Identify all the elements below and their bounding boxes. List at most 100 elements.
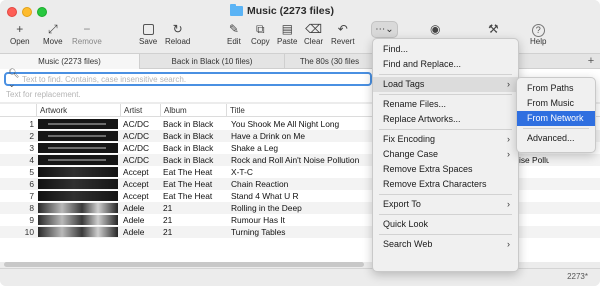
clear-button[interactable]: ⌫ Clear	[304, 22, 323, 50]
menu-item-label: Export To	[383, 199, 421, 209]
artist-cell: AC/DC	[123, 143, 150, 153]
menu-item-from-music[interactable]: From Music	[517, 96, 595, 111]
menu-item-rename-files[interactable]: Rename Files...	[373, 97, 518, 112]
menu-item-export-to[interactable]: Export To ›	[373, 197, 518, 212]
copy-icon: ⧉	[256, 22, 265, 36]
menu-item-replace-artworks[interactable]: Replace Artworks...	[373, 112, 518, 127]
row-number: 1	[29, 119, 34, 129]
menu-item-label: Find...	[383, 44, 409, 54]
remove-button[interactable]: − Remove	[72, 22, 102, 50]
save-button[interactable]: Save	[139, 22, 157, 50]
column-header-artist[interactable]: Artist	[120, 104, 160, 117]
menu-item-label: Remove Extra Spaces	[383, 164, 473, 174]
search-icon: 🔍︎⌄	[8, 68, 20, 89]
load-tags-submenu: From Paths From Music From Network Advanced…	[516, 77, 596, 153]
tab-music[interactable]: Music (2273 files)	[0, 54, 140, 69]
eye-icon: ◉	[430, 22, 441, 36]
replace-input[interactable]	[6, 89, 346, 99]
eraser-icon: ⌫	[305, 22, 323, 36]
title-cell: Chain Reaction	[231, 179, 289, 189]
album-cell: Back in Black	[163, 155, 214, 165]
tab-the-80s[interactable]: The 80s (30 files	[285, 54, 375, 69]
column-header-title[interactable]: Title	[226, 104, 376, 117]
help-button[interactable]: ? Help	[530, 22, 546, 50]
close-window-button[interactable]	[7, 7, 17, 17]
artist-cell: AC/DC	[123, 119, 150, 129]
title-cell: Stand 4 What U R	[231, 191, 299, 201]
menu-item-label: From Network	[527, 113, 584, 123]
find-input[interactable]	[22, 74, 362, 84]
artwork-thumbnail	[38, 203, 118, 213]
more-icon: ⋯⌄	[375, 24, 394, 35]
row-number: 3	[29, 143, 34, 153]
menu-item-label: Load Tags	[383, 79, 425, 89]
pencil-icon: ✎	[228, 22, 239, 36]
artwork-thumbnail	[38, 215, 118, 225]
row-number: 4	[29, 155, 34, 165]
artist-cell: Accept	[123, 179, 149, 189]
menu-separator	[379, 94, 512, 95]
menu-item-search-web[interactable]: Search Web ›	[373, 237, 518, 252]
revert-button[interactable]: ↶ Revert	[331, 22, 355, 50]
menu-item-label: Change Case	[383, 149, 439, 159]
chevron-right-icon: ›	[507, 134, 510, 144]
menu-item-quick-look[interactable]: Quick Look	[373, 217, 518, 232]
column-header-artwork[interactable]: Artwork	[36, 104, 120, 117]
menu-item-find-and-replace[interactable]: Find and Replace...	[373, 57, 518, 72]
album-cell: Back in Black	[163, 131, 214, 141]
menu-item-remove-extra-characters[interactable]: Remove Extra Characters	[373, 177, 518, 192]
title-cell: Rock and Roll Ain't Noise Pollution	[231, 155, 360, 165]
paste-icon: ▤	[281, 22, 293, 36]
title-cell: Have a Drink on Me	[231, 131, 306, 141]
row-number: 2	[29, 131, 34, 141]
menu-item-advanced[interactable]: Advanced...	[517, 131, 595, 146]
title-cell: Turning Tables	[231, 227, 286, 237]
undo-icon: ↶	[337, 22, 348, 36]
reload-icon: ↻	[172, 22, 183, 36]
artist-cell: Adele	[123, 203, 145, 213]
title-cell: Rolling in the Deep	[231, 203, 302, 213]
menu-item-label: Quick Look	[383, 219, 429, 229]
move-button[interactable]: ⤢ Move	[43, 22, 63, 50]
menu-item-from-paths[interactable]: From Paths	[517, 81, 595, 96]
menu-item-label: Fix Encoding	[383, 134, 436, 144]
tags-dropdown-menu: Find... Find and Replace... Load Tags › Rena…	[372, 38, 519, 272]
artist-cell: Adele	[123, 215, 145, 225]
reload-button[interactable]: ↻ Reload	[165, 22, 190, 50]
menu-separator	[379, 194, 512, 195]
plus-icon: +	[16, 22, 24, 36]
horizontal-scrollbar[interactable]	[4, 262, 364, 267]
window-title: Music (2273 files)	[230, 4, 334, 18]
menu-item-change-case[interactable]: Change Case ›	[373, 147, 518, 162]
artwork-thumbnail	[38, 119, 118, 129]
chevron-right-icon: ›	[507, 199, 510, 209]
file-count: 2273*	[567, 272, 588, 281]
zoom-window-button[interactable]	[37, 7, 47, 17]
column-header-album[interactable]: Album	[160, 104, 226, 117]
menu-separator	[379, 74, 512, 75]
chevron-right-icon: ›	[507, 79, 510, 89]
find-field-container: 🔍︎⌄	[4, 68, 372, 89]
wrench-icon: ⚒	[488, 22, 499, 36]
paste-button[interactable]: ▤ Paste	[277, 22, 297, 50]
help-icon: ?	[531, 22, 545, 37]
artwork-thumbnail	[38, 227, 118, 237]
tags-menu-button[interactable]: ⋯⌄	[371, 21, 398, 38]
minimize-window-button[interactable]	[22, 7, 32, 17]
copy-button[interactable]: ⧉ Copy	[251, 22, 270, 50]
artwork-thumbnail	[38, 191, 118, 201]
tab-back-in-black[interactable]: Back in Black (10 files)	[140, 54, 285, 69]
menu-item-fix-encoding[interactable]: Fix Encoding ›	[373, 132, 518, 147]
open-button[interactable]: + Open	[10, 22, 30, 50]
add-tab-button[interactable]: +	[582, 54, 600, 69]
menu-separator	[379, 129, 512, 130]
menu-item-load-tags[interactable]: Load Tags ›	[373, 77, 518, 92]
menu-item-find[interactable]: Find...	[373, 42, 518, 57]
album-cell: Back in Black	[163, 143, 214, 153]
menu-item-label: Remove Extra Characters	[383, 179, 487, 189]
menu-item-remove-extra-spaces[interactable]: Remove Extra Spaces	[373, 162, 518, 177]
edit-button[interactable]: ✎ Edit	[227, 22, 241, 50]
menu-item-label: From Music	[527, 98, 574, 108]
save-icon	[142, 22, 154, 37]
menu-item-from-network[interactable]: From Network	[517, 111, 595, 126]
